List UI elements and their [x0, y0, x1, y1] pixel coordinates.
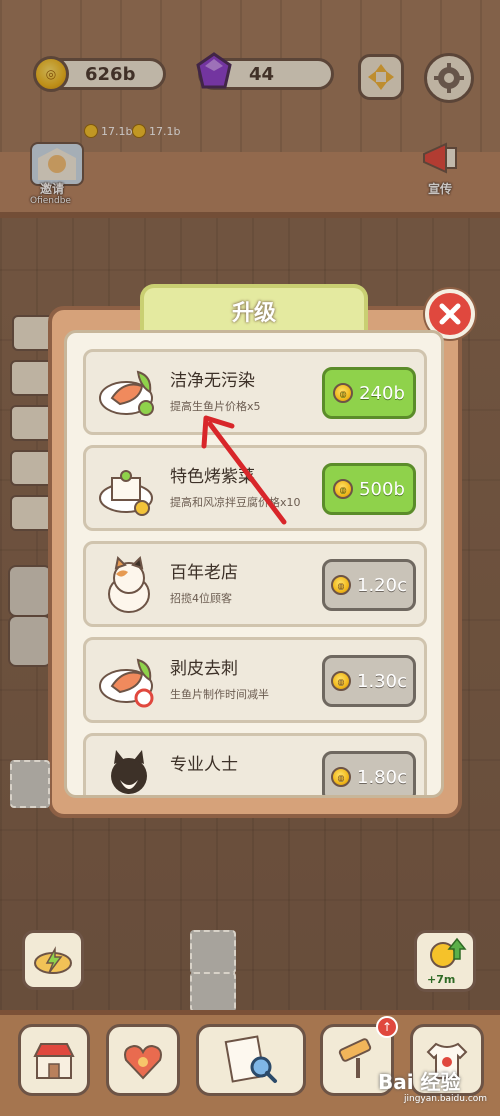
coin-icon: ◎ [333, 383, 354, 403]
buy-upgrade-button[interactable]: ◎ 1.30c [322, 655, 416, 707]
close-icon [439, 303, 461, 325]
upgrade-desc: 提高生鱼片价格x5 [170, 400, 261, 413]
research-button[interactable] [196, 1024, 306, 1096]
watermark-url: jingyan.baidu.com [404, 1094, 488, 1104]
upgrade-desc: 生鱼片制作时间减半 [170, 688, 269, 701]
buy-upgrade-button[interactable]: ◎ 1.20c [322, 559, 416, 611]
upgrade-title: 专业人士 [170, 755, 238, 775]
coin-icon: ◎ [333, 479, 354, 499]
upgrade-price: 500b [359, 478, 405, 500]
dialog-title: 升级 [140, 284, 368, 334]
upgrade-title: 洁净无污染 [170, 371, 255, 391]
income-boost-button[interactable]: +7m [414, 930, 476, 992]
upgrade-available-badge: ↑ [376, 1016, 398, 1038]
upgrade-desc: 招揽4位顾客 [170, 592, 232, 605]
magnifier-document-icon [224, 1035, 277, 1083]
calico-cat-icon [108, 555, 150, 613]
upgrade-card: 专业人士 ◎ 1.80c [83, 733, 427, 795]
watermark-brand: Bai 经验 [378, 1070, 461, 1094]
sashimi-icon [99, 370, 154, 416]
upgrade-card: 洁净无污染 提高生鱼片价格x5 ◎ 240b [83, 349, 427, 435]
shop-button[interactable] [18, 1024, 90, 1096]
coin-up-icon [430, 937, 467, 968]
empty-slot [190, 972, 236, 1012]
buy-upgrade-button[interactable]: ◎ 1.80c [322, 751, 416, 795]
upgrade-desc: 提高和风凉拌豆腐价格x10 [170, 496, 301, 509]
upgrade-card: 百年老店 招揽4位顾客 ◎ 1.20c [83, 541, 427, 627]
buy-upgrade-button[interactable]: ◎ 240b [322, 367, 416, 419]
upgrade-title: 百年老店 [170, 563, 238, 583]
upgrade-card: 剥皮去刺 生鱼片制作时间减半 ◎ 1.30c [83, 637, 427, 723]
upgrade-price: 1.20c [357, 574, 407, 596]
coin-icon: ◎ [331, 767, 351, 787]
empty-slot [190, 930, 236, 974]
black-cat-icon [111, 750, 147, 794]
speed-boost-button[interactable] [22, 930, 84, 990]
paint-roller-icon [338, 1038, 372, 1078]
sashimi-timer-icon [99, 658, 154, 708]
lightning-plate-icon [34, 946, 72, 974]
storefront-icon [33, 1043, 75, 1079]
upgrade-price: 1.80c [357, 766, 407, 788]
upgrade-card: 特色烤紫菜 提高和风凉拌豆腐价格x10 ◎ 500b [83, 445, 427, 531]
coin-icon: ◎ [331, 671, 351, 691]
empty-slot [10, 760, 50, 808]
upgrade-price: 1.30c [357, 670, 407, 692]
pets-button[interactable] [106, 1024, 180, 1096]
paw-heart-icon [124, 1044, 162, 1080]
tofu-icon [99, 470, 153, 516]
buy-upgrade-button[interactable]: ◎ 500b [322, 463, 416, 515]
boost-value: +7m [427, 973, 456, 986]
upgrade-list[interactable]: 洁净无污染 提高生鱼片价格x5 ◎ 240b 特色烤紫菜 提高和风凉拌豆腐价格x… [64, 330, 444, 798]
upgrade-price: 240b [359, 382, 405, 404]
upgrade-title: 特色烤紫菜 [170, 467, 255, 487]
coin-icon: ◎ [331, 575, 351, 595]
upgrade-title: 剥皮去刺 [170, 659, 238, 679]
